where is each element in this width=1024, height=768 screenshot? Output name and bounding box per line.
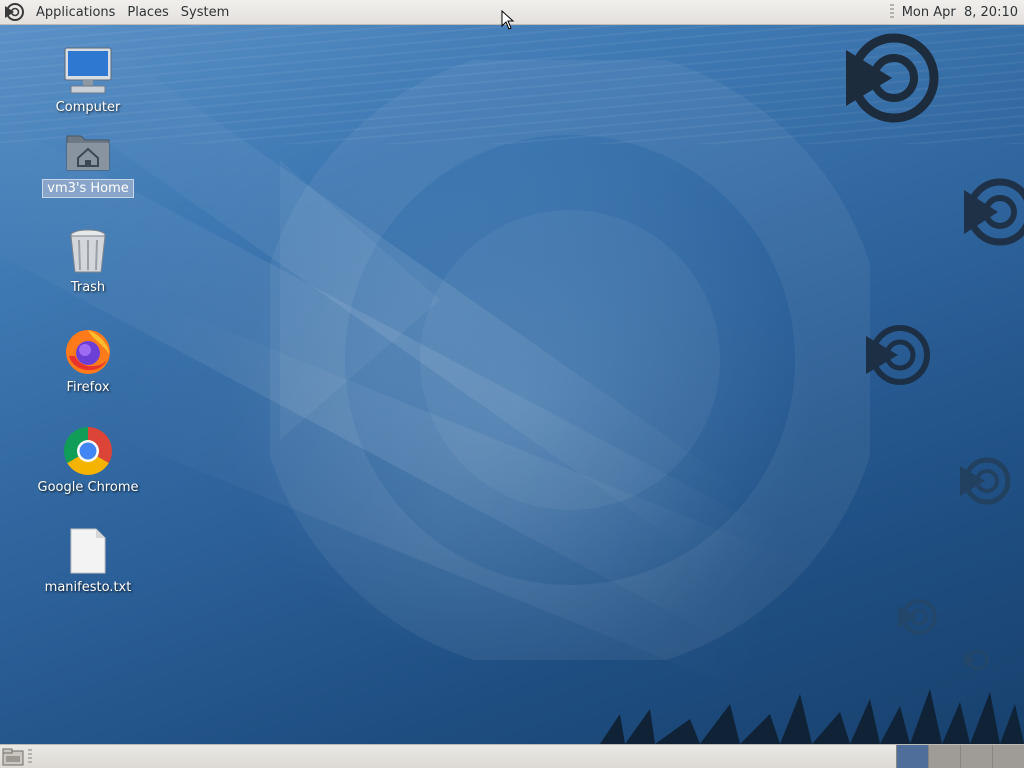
wallpaper-grass (600, 689, 1024, 744)
system-menu[interactable]: System (175, 0, 235, 25)
os-logo-icon[interactable] (4, 1, 26, 23)
wallpaper-logo-small (964, 649, 989, 671)
show-desktop-button[interactable] (2, 748, 24, 766)
desktop-icon-label: Computer (55, 100, 121, 115)
desktop-icon-computer[interactable]: Computer (28, 46, 148, 116)
desktop-icon-label: Google Chrome (37, 480, 139, 495)
wallpaper-logo-small (846, 33, 939, 123)
wallpaper-ray (54, 40, 756, 565)
home-folder-icon (63, 126, 113, 176)
workspace-2[interactable] (928, 745, 960, 768)
panel-drag-handle[interactable] (889, 4, 894, 20)
wallpaper-logo (270, 60, 870, 660)
computer-icon (63, 46, 113, 96)
trash-icon (63, 226, 113, 276)
desktop-icon-manifesto[interactable]: manifesto.txt (28, 526, 148, 596)
wallpaper-logo-small (866, 325, 930, 385)
workspace-4[interactable] (992, 745, 1024, 768)
desktop-icon-firefox[interactable]: Firefox (28, 326, 148, 396)
wallpaper-logo-small (898, 599, 937, 635)
desktop-icon-chrome[interactable]: Google Chrome (28, 426, 148, 496)
desktop-icon-label: vm3's Home (42, 179, 134, 198)
desktop-icon-label: manifesto.txt (44, 580, 132, 595)
applications-menu[interactable]: Applications (30, 0, 121, 25)
wallpaper-ray (97, 300, 800, 693)
wallpaper-logo-small (960, 457, 1011, 505)
firefox-icon (63, 326, 113, 376)
clock[interactable]: Mon Apr 8, 20:10 (902, 5, 1024, 20)
workspace-3[interactable] (960, 745, 992, 768)
desktop-icon-trash[interactable]: Trash (28, 226, 148, 296)
desktop-icon-home[interactable]: vm3's Home (28, 126, 148, 198)
wallpaper-water (0, 24, 1024, 144)
text-file-icon (63, 526, 113, 576)
places-menu[interactable]: Places (121, 0, 174, 25)
top-panel: Applications Places System Mon Apr 8, 20… (0, 0, 1024, 25)
workspace-switcher (896, 745, 1024, 768)
workspace-1[interactable] (896, 745, 928, 768)
panel-drag-handle[interactable] (28, 749, 32, 765)
desktop-icon-label: Firefox (66, 380, 110, 395)
desktop-icon-label: Trash (70, 280, 106, 295)
bottom-panel (0, 744, 1024, 768)
wallpaper-logo-small (964, 178, 1024, 246)
chrome-icon (63, 426, 113, 476)
desktop[interactable]: Applications Places System Mon Apr 8, 20… (0, 0, 1024, 768)
